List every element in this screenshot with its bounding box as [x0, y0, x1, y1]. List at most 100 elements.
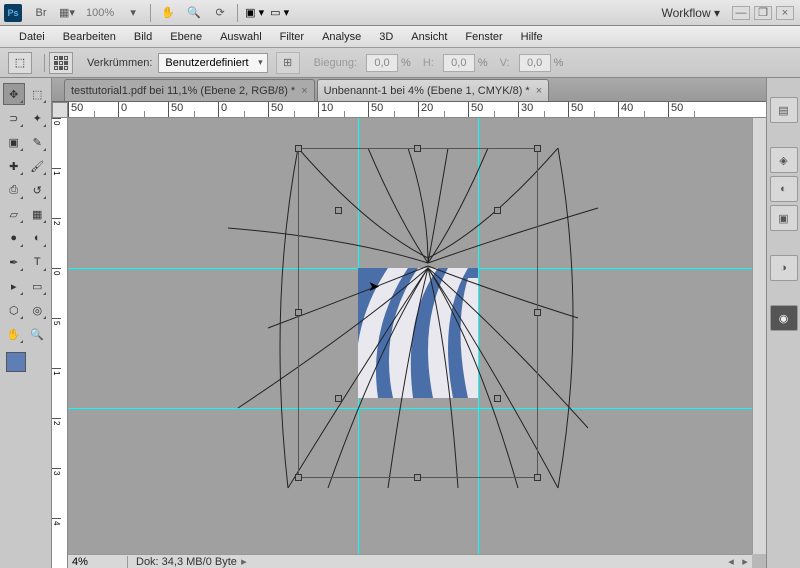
- ruler-horizontal[interactable]: 500500501050205030504050: [68, 102, 766, 118]
- 3d-tool-icon[interactable]: ⬡: [3, 299, 25, 321]
- h-pct: %: [478, 57, 488, 69]
- canvas[interactable]: ➤: [68, 118, 752, 554]
- warp-handle[interactable]: [494, 207, 501, 214]
- eraser-tool-icon[interactable]: ▱: [3, 203, 25, 225]
- path-select-icon[interactable]: ▸: [3, 275, 25, 297]
- restore-button[interactable]: ❐: [754, 6, 772, 20]
- h-label: H:: [423, 57, 434, 69]
- warp-handle[interactable]: [414, 145, 421, 152]
- dodge-tool-icon[interactable]: ◐: [27, 227, 49, 249]
- zoom-tool-icon[interactable]: 🔍: [27, 323, 49, 345]
- panel-channels-icon[interactable]: ◐: [770, 176, 798, 202]
- menu-auswahl[interactable]: Auswahl: [211, 31, 271, 43]
- menu-datei[interactable]: Datei: [10, 31, 54, 43]
- panel-adjustments-icon[interactable]: ◑: [770, 255, 798, 281]
- panel-paths-icon[interactable]: ▣: [770, 205, 798, 231]
- scrollbar-vertical[interactable]: [752, 118, 766, 554]
- menu-ansicht[interactable]: Ansicht: [402, 31, 456, 43]
- warp-orientation-icon: ⊞: [276, 52, 300, 74]
- scroll-left-icon[interactable]: ◂: [724, 555, 738, 568]
- ruler-vertical[interactable]: 012051234: [52, 118, 68, 568]
- warp-handle[interactable]: [295, 145, 302, 152]
- panel-camera-icon[interactable]: ◉: [770, 305, 798, 331]
- type-tool-icon[interactable]: T: [27, 251, 49, 273]
- cursor-icon: ➤: [368, 278, 380, 295]
- menu-bild[interactable]: Bild: [125, 31, 161, 43]
- zoom-status[interactable]: 4%: [68, 556, 128, 568]
- bridge-icon[interactable]: Br: [30, 3, 52, 23]
- bend-input[interactable]: 0,0: [366, 54, 398, 72]
- v-input[interactable]: 0,0: [519, 54, 551, 72]
- warp-handle[interactable]: [534, 474, 541, 481]
- warp-handle[interactable]: [335, 395, 342, 402]
- menu-hilfe[interactable]: Hilfe: [512, 31, 552, 43]
- scroll-right-icon[interactable]: ▸: [738, 555, 752, 568]
- v-pct: %: [554, 57, 564, 69]
- stamp-tool-icon[interactable]: ⎙: [3, 179, 25, 201]
- warp-preset-select[interactable]: Benutzerdefiniert: [158, 53, 267, 73]
- eyedropper-tool-icon[interactable]: ✎: [27, 131, 49, 153]
- rotate-view-icon[interactable]: ⟳: [209, 3, 231, 23]
- menu-bearbeiten[interactable]: Bearbeiten: [54, 31, 125, 43]
- canvas-area[interactable]: 500500501050205030504050 012051234: [52, 102, 766, 568]
- doc-info[interactable]: Dok: 34,3 MB/0 Byte: [128, 556, 237, 568]
- workspace-selector[interactable]: Workflow ▾: [662, 6, 720, 20]
- close-button[interactable]: ×: [776, 6, 794, 20]
- zoom-dropdown-icon[interactable]: ▾: [122, 3, 144, 23]
- menu-ebene[interactable]: Ebene: [161, 31, 211, 43]
- screen-mode-icon[interactable]: ▭ ▾: [270, 6, 289, 19]
- zoom-level[interactable]: 100%: [86, 7, 114, 19]
- menu-filter[interactable]: Filter: [271, 31, 313, 43]
- close-icon[interactable]: ×: [301, 85, 307, 97]
- crop-tool-icon[interactable]: ▣: [3, 131, 25, 153]
- tab-doc-2[interactable]: Unbenannt-1 bei 4% (Ebene 1, CMYK/8) *×: [317, 79, 550, 101]
- warp-handle[interactable]: [414, 474, 421, 481]
- ruler-origin[interactable]: [52, 102, 68, 118]
- 3d-camera-icon[interactable]: ◎: [27, 299, 49, 321]
- pen-tool-icon[interactable]: ✒: [3, 251, 25, 273]
- shape-tool-icon[interactable]: ▭: [27, 275, 49, 297]
- menu-3d[interactable]: 3D: [370, 31, 402, 43]
- panel-history-icon[interactable]: ▤: [770, 97, 798, 123]
- h-input[interactable]: 0,0: [443, 54, 475, 72]
- brush-tool-icon[interactable]: 🖌: [27, 155, 49, 177]
- healing-tool-icon[interactable]: ✚: [3, 155, 25, 177]
- menu-analyse[interactable]: Analyse: [313, 31, 370, 43]
- warp-handle[interactable]: [534, 309, 541, 316]
- bend-label: Biegung:: [314, 57, 357, 69]
- hand-tool-icon[interactable]: ✋: [3, 323, 25, 345]
- lasso-tool-icon[interactable]: ⊃: [3, 107, 25, 129]
- warp-grid-icon: [49, 52, 73, 74]
- options-bar: ⬚ Verkrümmen: Benutzerdefiniert ⊞ Biegun…: [0, 48, 800, 78]
- minimize-button[interactable]: —: [732, 6, 750, 20]
- app-logo-icon: Ps: [4, 4, 22, 22]
- title-bar: Ps Br ▦▾ 100% ▾ ✋ 🔍 ⟳ ▣ ▾ ▭ ▾ Workflow ▾…: [0, 0, 800, 26]
- marquee-tool-icon[interactable]: ⬚: [27, 83, 49, 105]
- toolbox: ✥⬚ ⊃✦ ▣✎ ✚🖌 ⎙↺ ▱▦ ●◐ ✒T ▸▭ ⬡◎ ✋🔍: [0, 78, 52, 568]
- hand-tool-icon[interactable]: ✋: [157, 3, 179, 23]
- warp-handle[interactable]: [494, 395, 501, 402]
- wand-tool-icon[interactable]: ✦: [27, 107, 49, 129]
- close-icon[interactable]: ×: [536, 85, 542, 97]
- move-tool-icon[interactable]: ✥: [3, 83, 25, 105]
- warp-bounding-box[interactable]: [298, 148, 538, 478]
- v-label: V:: [500, 57, 510, 69]
- foreground-color[interactable]: [6, 352, 26, 372]
- tab-doc-1[interactable]: testtutorial1.pdf bei 11,1% (Ebene 2, RG…: [64, 79, 315, 101]
- warp-handle[interactable]: [335, 207, 342, 214]
- info-arrow-icon[interactable]: ▸: [237, 555, 251, 568]
- arrange-docs-icon[interactable]: ▣ ▾: [245, 6, 264, 19]
- blur-tool-icon[interactable]: ●: [3, 227, 25, 249]
- warp-handle[interactable]: [295, 309, 302, 316]
- warp-handle[interactable]: [295, 474, 302, 481]
- warp-tool-icon[interactable]: ⬚: [8, 52, 32, 74]
- gradient-tool-icon[interactable]: ▦: [27, 203, 49, 225]
- zoom-tool-icon[interactable]: 🔍: [183, 3, 205, 23]
- menu-fenster[interactable]: Fenster: [456, 31, 511, 43]
- film-strip-icon[interactable]: ▦▾: [56, 3, 78, 23]
- warp-handle[interactable]: [534, 145, 541, 152]
- history-brush-icon[interactable]: ↺: [27, 179, 49, 201]
- warp-label: Verkrümmen:: [87, 57, 152, 69]
- panel-layers-icon[interactable]: ◈: [770, 147, 798, 173]
- panel-dock: ▤ ◈ ◐ ▣ ◑ ◉: [766, 78, 800, 568]
